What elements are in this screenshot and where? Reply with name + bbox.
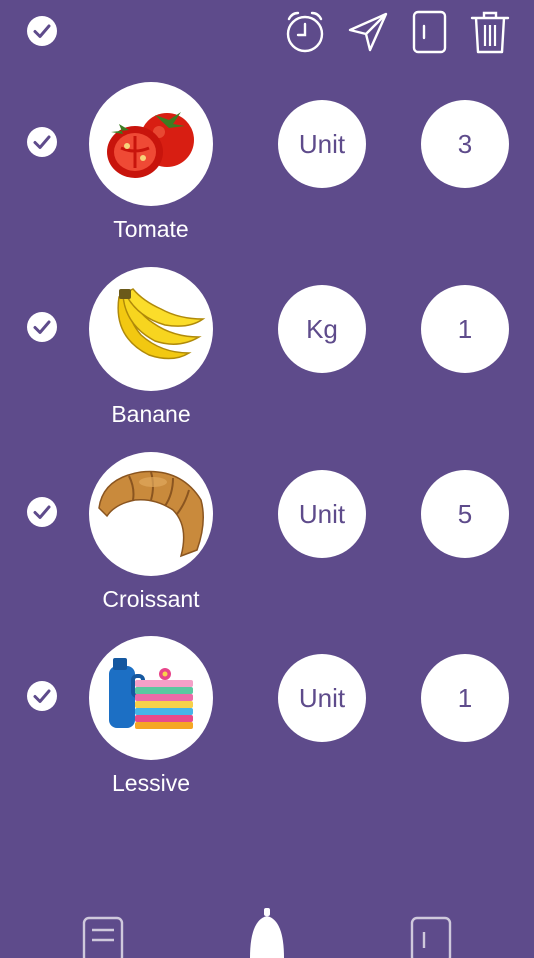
banana-image[interactable] bbox=[89, 267, 213, 391]
bell-icon[interactable] bbox=[244, 908, 290, 958]
tomato-image[interactable] bbox=[89, 82, 213, 206]
list-icon[interactable] bbox=[80, 908, 126, 958]
unit-button[interactable]: Unit bbox=[278, 100, 366, 188]
quantity-button[interactable]: 3 bbox=[421, 100, 509, 188]
alarm-clock-icon[interactable] bbox=[283, 8, 327, 56]
item-check-icon[interactable] bbox=[26, 680, 58, 712]
unit-button[interactable]: Unit bbox=[278, 654, 366, 742]
unit-button[interactable]: Kg bbox=[278, 285, 366, 373]
item-check-icon[interactable] bbox=[26, 496, 58, 528]
unit-button[interactable]: Unit bbox=[278, 470, 366, 558]
item-name: Banane bbox=[111, 401, 191, 427]
croissant-image[interactable] bbox=[89, 452, 213, 576]
item-name: Tomate bbox=[113, 216, 189, 242]
trash-icon[interactable] bbox=[468, 8, 512, 56]
select-all-check-icon[interactable] bbox=[26, 15, 58, 47]
quantity-button[interactable]: 1 bbox=[421, 654, 509, 742]
list-item[interactable]: Banane Kg 1 bbox=[0, 267, 534, 437]
top-toolbar bbox=[0, 0, 534, 64]
list-item[interactable]: Lessive Unit 1 bbox=[0, 636, 534, 806]
fridge-nav-icon[interactable] bbox=[408, 908, 454, 958]
item-check-icon[interactable] bbox=[26, 311, 58, 343]
send-icon[interactable] bbox=[346, 8, 390, 56]
item-name: Lessive bbox=[112, 770, 190, 796]
quantity-button[interactable]: 1 bbox=[421, 285, 509, 373]
laundry-image[interactable] bbox=[89, 636, 213, 760]
bottom-navigation bbox=[0, 900, 534, 958]
list-item[interactable]: Croissant Unit 5 bbox=[0, 452, 534, 622]
item-check-icon[interactable] bbox=[26, 126, 58, 158]
item-name: Croissant bbox=[102, 586, 200, 612]
list-item[interactable]: Tomate Unit 3 bbox=[0, 82, 534, 252]
fridge-icon[interactable] bbox=[408, 8, 452, 56]
quantity-button[interactable]: 5 bbox=[421, 470, 509, 558]
